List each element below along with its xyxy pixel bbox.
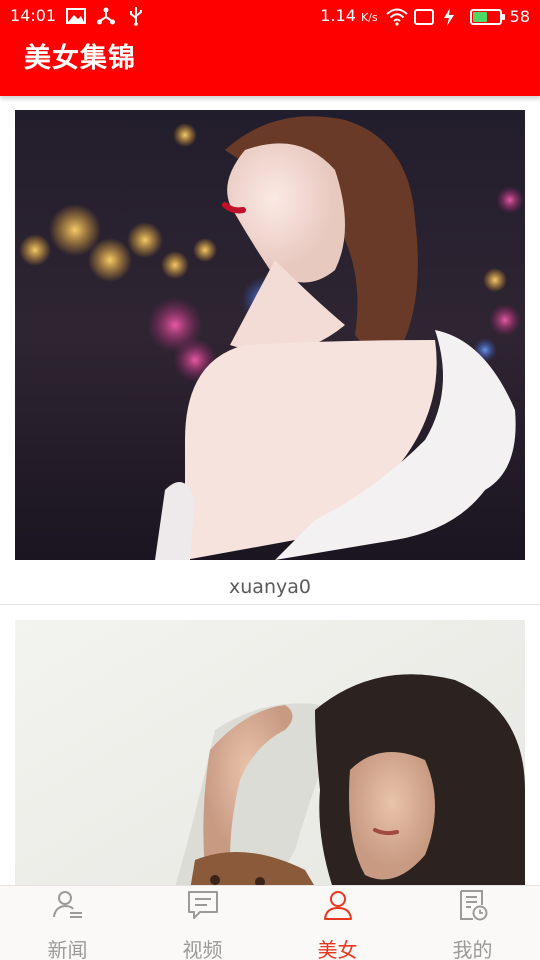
tab-beauty[interactable]: 美女: [270, 886, 405, 960]
status-bar: 14:01 1.14 K/s 58: [0, 0, 540, 34]
top-bar: 14:01 1.14 K/s 58 美女集锦: [0, 0, 540, 96]
bottom-nav: 新闻 视频 美女 我的: [0, 885, 540, 960]
tab-video[interactable]: 视频: [135, 886, 270, 960]
battery-icon: [469, 9, 505, 25]
usb-icon: [126, 6, 146, 26]
charging-icon: [442, 7, 462, 27]
gallery-icon: [66, 6, 87, 26]
tab-news[interactable]: 新闻: [0, 886, 135, 960]
tab-label: 我的: [452, 938, 493, 960]
person-icon: [321, 888, 355, 922]
wifi-icon: [385, 7, 408, 27]
tab-mine[interactable]: 我的: [405, 886, 540, 960]
usb-share-icon: [96, 6, 116, 26]
screen-icon: [413, 7, 434, 27]
tab-label: 视频: [182, 938, 223, 960]
tab-label: 新闻: [47, 938, 88, 960]
photo-caption: xuanya0: [229, 576, 311, 598]
chat-bubble-icon: [186, 888, 220, 922]
page-title: 美女集锦: [24, 43, 136, 74]
battery-level: 58: [509, 7, 530, 26]
user-list-icon: [51, 888, 85, 922]
photo-feed[interactable]: xuanya0: [0, 96, 540, 885]
feed-photo[interactable]: [15, 110, 525, 560]
history-doc-icon: [456, 888, 490, 922]
status-time: 14:01: [10, 6, 57, 25]
tab-label: 美女: [317, 938, 358, 960]
feed-card[interactable]: [0, 620, 540, 885]
net-speed: 1.14 K/s: [320, 6, 378, 25]
feed-photo[interactable]: [15, 620, 525, 885]
feed-card[interactable]: xuanya0: [0, 110, 540, 605]
